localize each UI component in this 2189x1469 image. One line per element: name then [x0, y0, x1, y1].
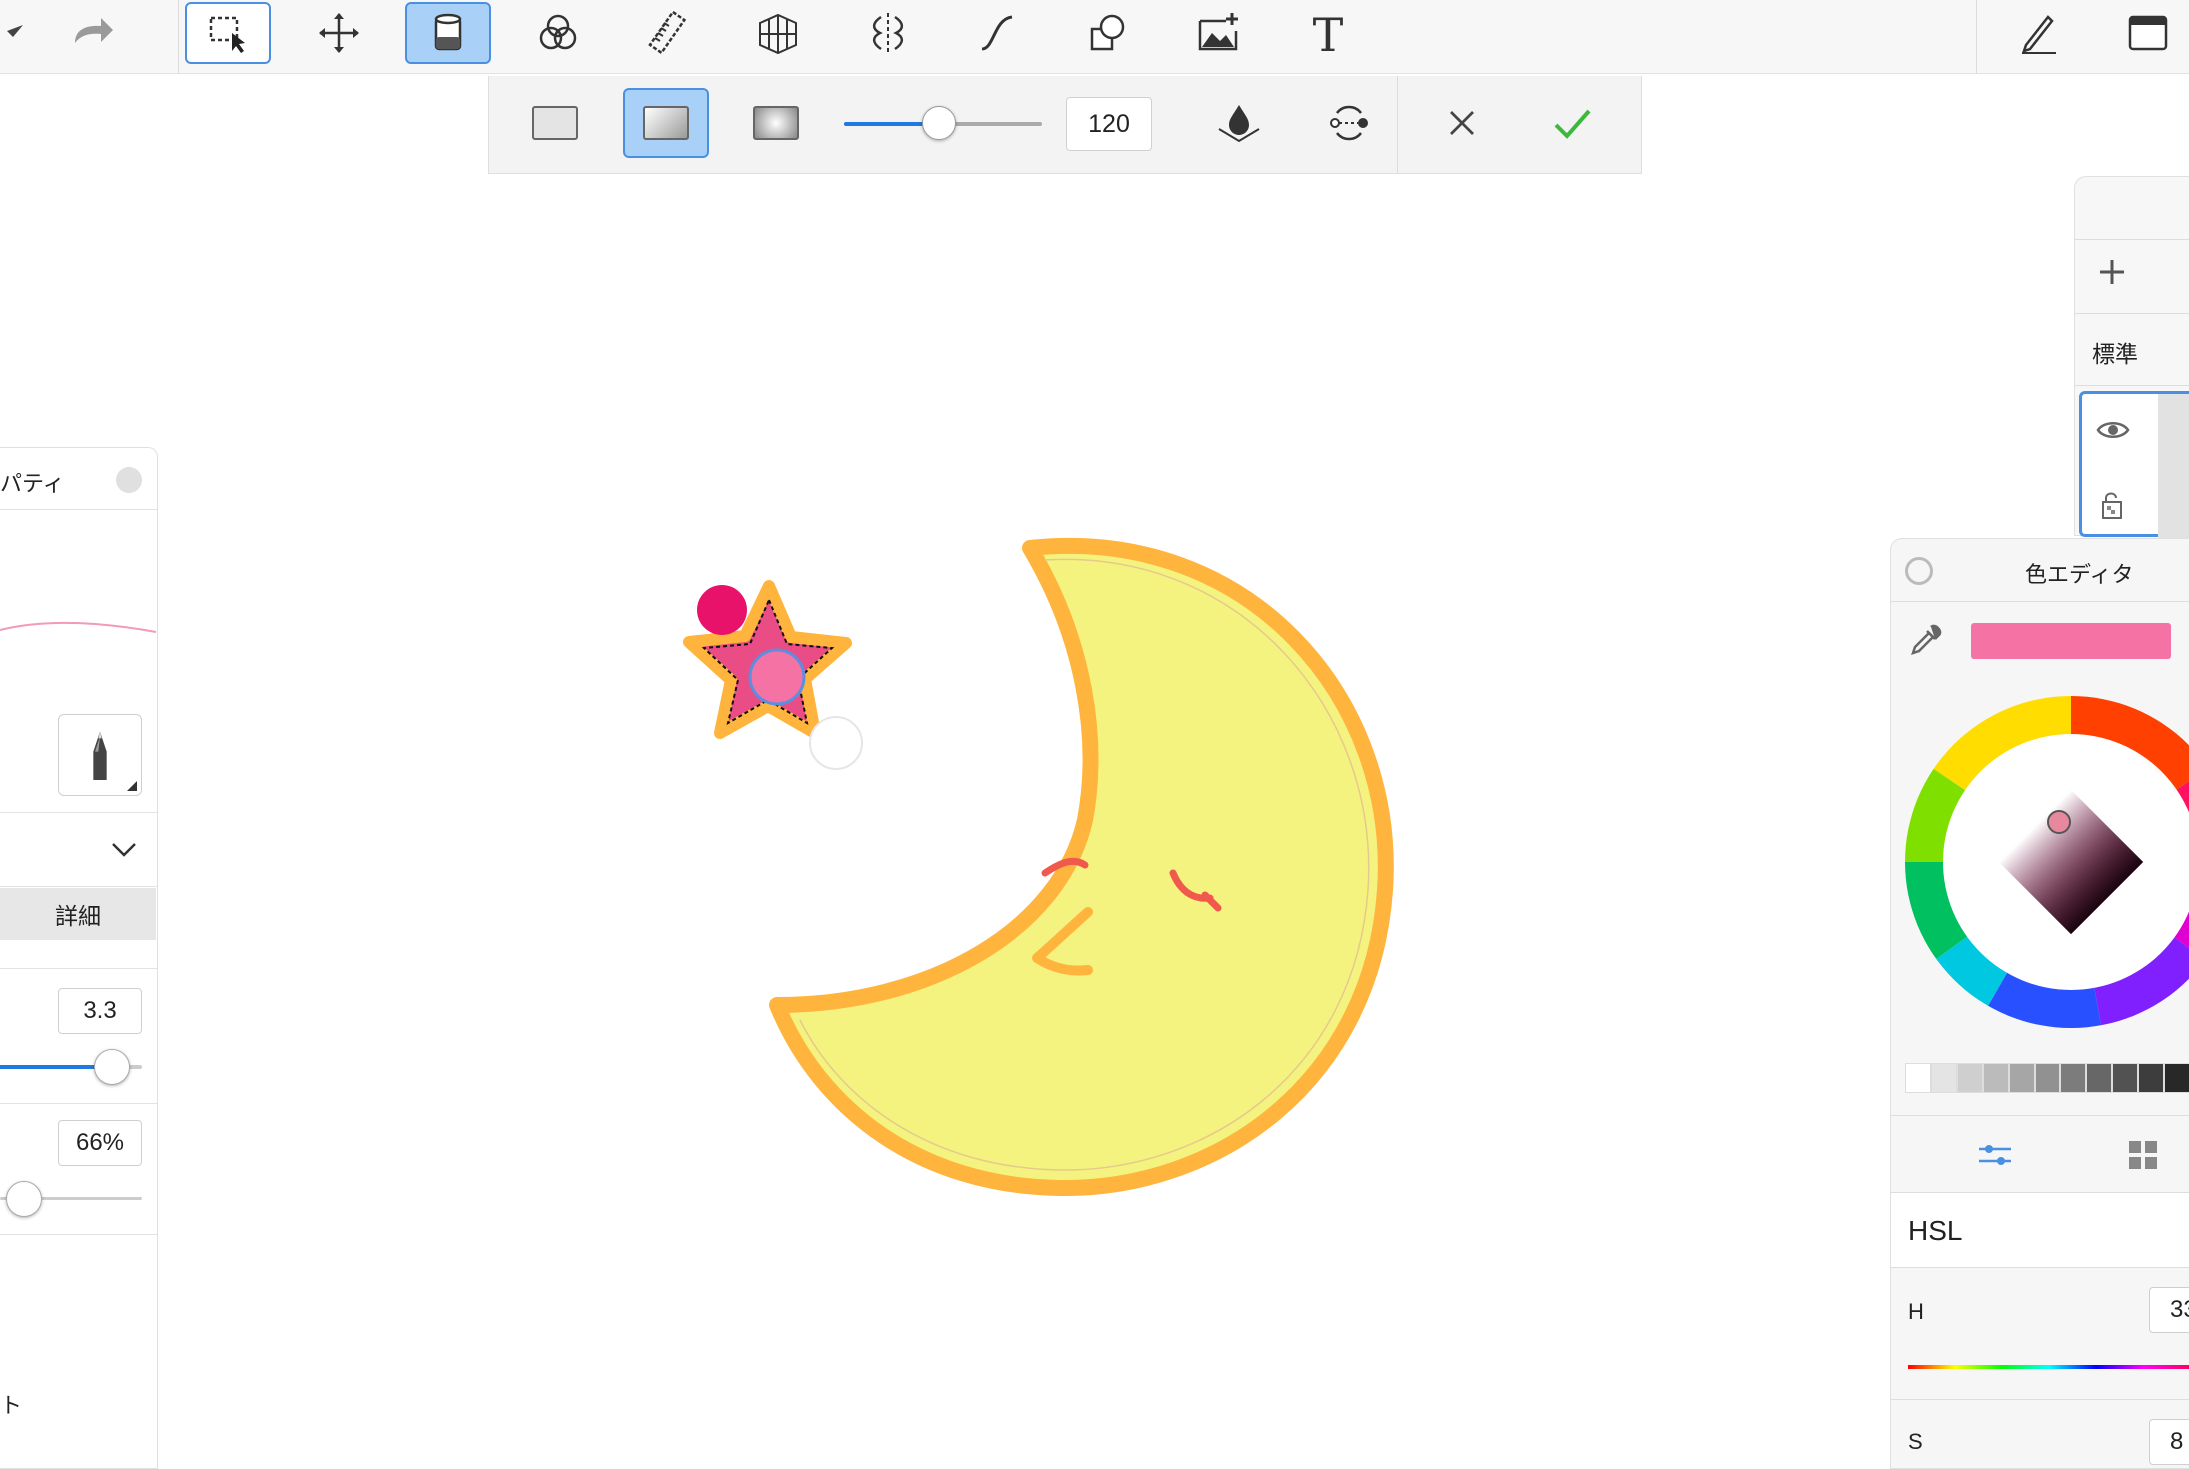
panel-title: パティ — [0, 471, 65, 496]
saturation-value-field[interactable]: 8 — [2149, 1419, 2189, 1465]
panel-close-button[interactable] — [1905, 557, 1933, 585]
hue-label: H — [1908, 1299, 1924, 1324]
pen-tip-icon — [93, 731, 107, 780]
gray-swatch[interactable] — [1930, 1063, 1957, 1093]
gray-swatch[interactable] — [1905, 1063, 1931, 1093]
slider-knob[interactable] — [94, 1049, 130, 1085]
gradient-center-handle[interactable] — [748, 648, 806, 706]
color-editor-panel: 色エディタ HSL H 3 S 8 — [1890, 538, 2189, 1469]
drawing-canvas[interactable] — [0, 0, 2189, 1469]
gray-swatch[interactable] — [2164, 1063, 2189, 1093]
gray-swatch[interactable] — [2138, 1063, 2165, 1093]
gray-swatch[interactable] — [2034, 1063, 2061, 1093]
gray-swatch[interactable] — [2060, 1063, 2087, 1093]
panel-footer-label: ト — [0, 1393, 23, 1418]
color-wheel[interactable] — [1905, 696, 2189, 1028]
sliders-icon[interactable] — [1977, 1139, 2013, 1171]
chevron-down-icon[interactable] — [110, 840, 138, 860]
brush-properties-panel: パティ 詳細 3.3 66% ト — [0, 447, 158, 1469]
eye-icon[interactable] — [2096, 418, 2130, 442]
brush-opacity-slider[interactable] — [0, 1181, 142, 1217]
hue-slider[interactable] — [1908, 1365, 2189, 1369]
grayscale-swatches — [1905, 1063, 2189, 1093]
gray-swatch[interactable] — [2086, 1063, 2113, 1093]
panel-close-button[interactable] — [116, 467, 142, 493]
gradient-start-handle[interactable] — [697, 585, 747, 635]
blend-mode-label[interactable]: 標準 — [2092, 335, 2138, 369]
layer-panel: 標準 — [2074, 176, 2189, 540]
eyedropper-icon[interactable] — [1909, 621, 1945, 657]
brush-opacity-field[interactable]: 66% — [58, 1120, 142, 1166]
brush-size-field[interactable]: 3.3 — [58, 988, 142, 1034]
gradient-end-handle[interactable] — [809, 716, 863, 770]
layer-item[interactable] — [2079, 391, 2189, 540]
moon-shape — [769, 538, 1394, 1197]
saturation-picker[interactable] — [2047, 810, 2071, 834]
gray-swatch[interactable] — [2112, 1063, 2139, 1093]
add-layer-icon[interactable] — [2097, 257, 2127, 287]
lock-transparency-icon[interactable] — [2100, 490, 2126, 520]
hue-value-field[interactable]: 33 — [2149, 1287, 2189, 1333]
brush-tip-button[interactable] — [58, 714, 142, 796]
brush-size-slider[interactable] — [0, 1049, 142, 1085]
gray-swatch[interactable] — [1956, 1063, 1983, 1093]
layer-thumbnail — [2158, 394, 2189, 540]
palette-grid-icon[interactable] — [2127, 1139, 2159, 1171]
gray-swatch[interactable] — [1982, 1063, 2009, 1093]
pressure-curve-preview — [0, 621, 157, 633]
color-editor-title: 色エディタ — [2025, 562, 2134, 587]
gray-swatch[interactable] — [2008, 1063, 2035, 1093]
detail-button[interactable]: 詳細 — [0, 888, 156, 940]
saturation-label: S — [1908, 1429, 1923, 1454]
color-mode-label[interactable]: HSL — [1908, 1215, 1962, 1247]
slider-knob[interactable] — [6, 1181, 42, 1217]
current-color-swatch — [1971, 623, 2171, 659]
